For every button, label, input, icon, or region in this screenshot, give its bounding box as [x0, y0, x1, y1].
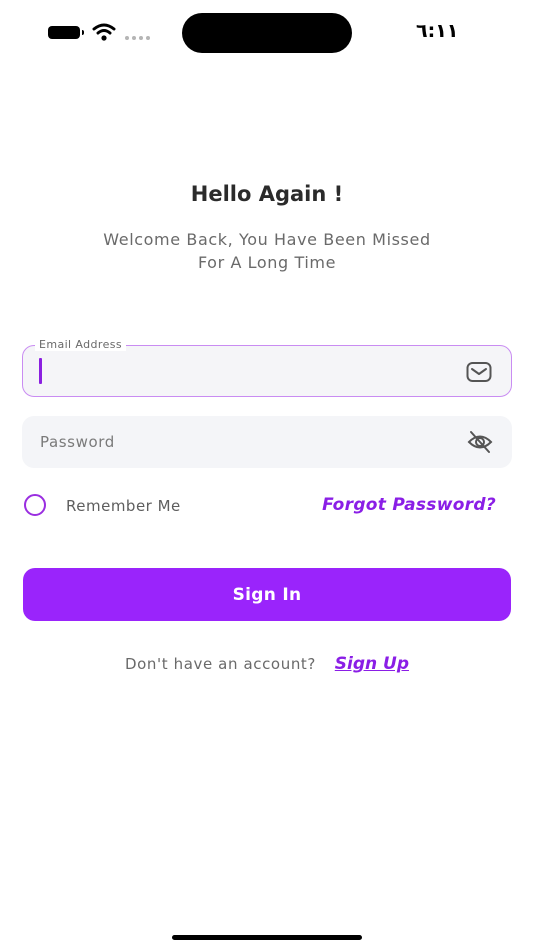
page-subtitle: Welcome Back, You Have Been Missed For A…	[60, 228, 474, 274]
remember-me-checkbox[interactable]	[24, 494, 46, 516]
password-input[interactable]	[38, 416, 462, 468]
password-field[interactable]	[22, 416, 512, 468]
remember-me-label[interactable]: Remember Me	[66, 497, 181, 515]
subtitle-line-1: Welcome Back, You Have Been Missed	[103, 230, 431, 249]
email-field[interactable]: Email Address	[22, 338, 512, 398]
status-bar: ٦:١١	[0, 0, 534, 64]
mail-icon	[466, 362, 492, 382]
home-indicator[interactable]	[172, 935, 362, 940]
subtitle-line-2: For A Long Time	[197, 253, 337, 272]
remember-row: Remember Me Forgot Password?	[24, 494, 510, 518]
text-caret	[39, 358, 42, 384]
wifi-icon	[92, 23, 116, 41]
status-time: ٦:١١	[416, 20, 459, 42]
sign-up-link[interactable]: Sign Up	[335, 654, 409, 674]
cellular-signal-icon	[125, 36, 150, 40]
forgot-password-link[interactable]: Forgot Password?	[322, 495, 496, 515]
signup-row: Don't have an account? Sign Up	[0, 654, 534, 674]
sign-in-button[interactable]: Sign In	[23, 568, 511, 621]
email-input[interactable]	[39, 346, 463, 398]
signup-prompt: Don't have an account?	[125, 655, 316, 673]
dynamic-island	[182, 13, 352, 53]
eye-off-icon[interactable]	[466, 429, 494, 455]
page-title: Hello Again !	[190, 182, 344, 206]
battery-icon	[48, 26, 84, 39]
